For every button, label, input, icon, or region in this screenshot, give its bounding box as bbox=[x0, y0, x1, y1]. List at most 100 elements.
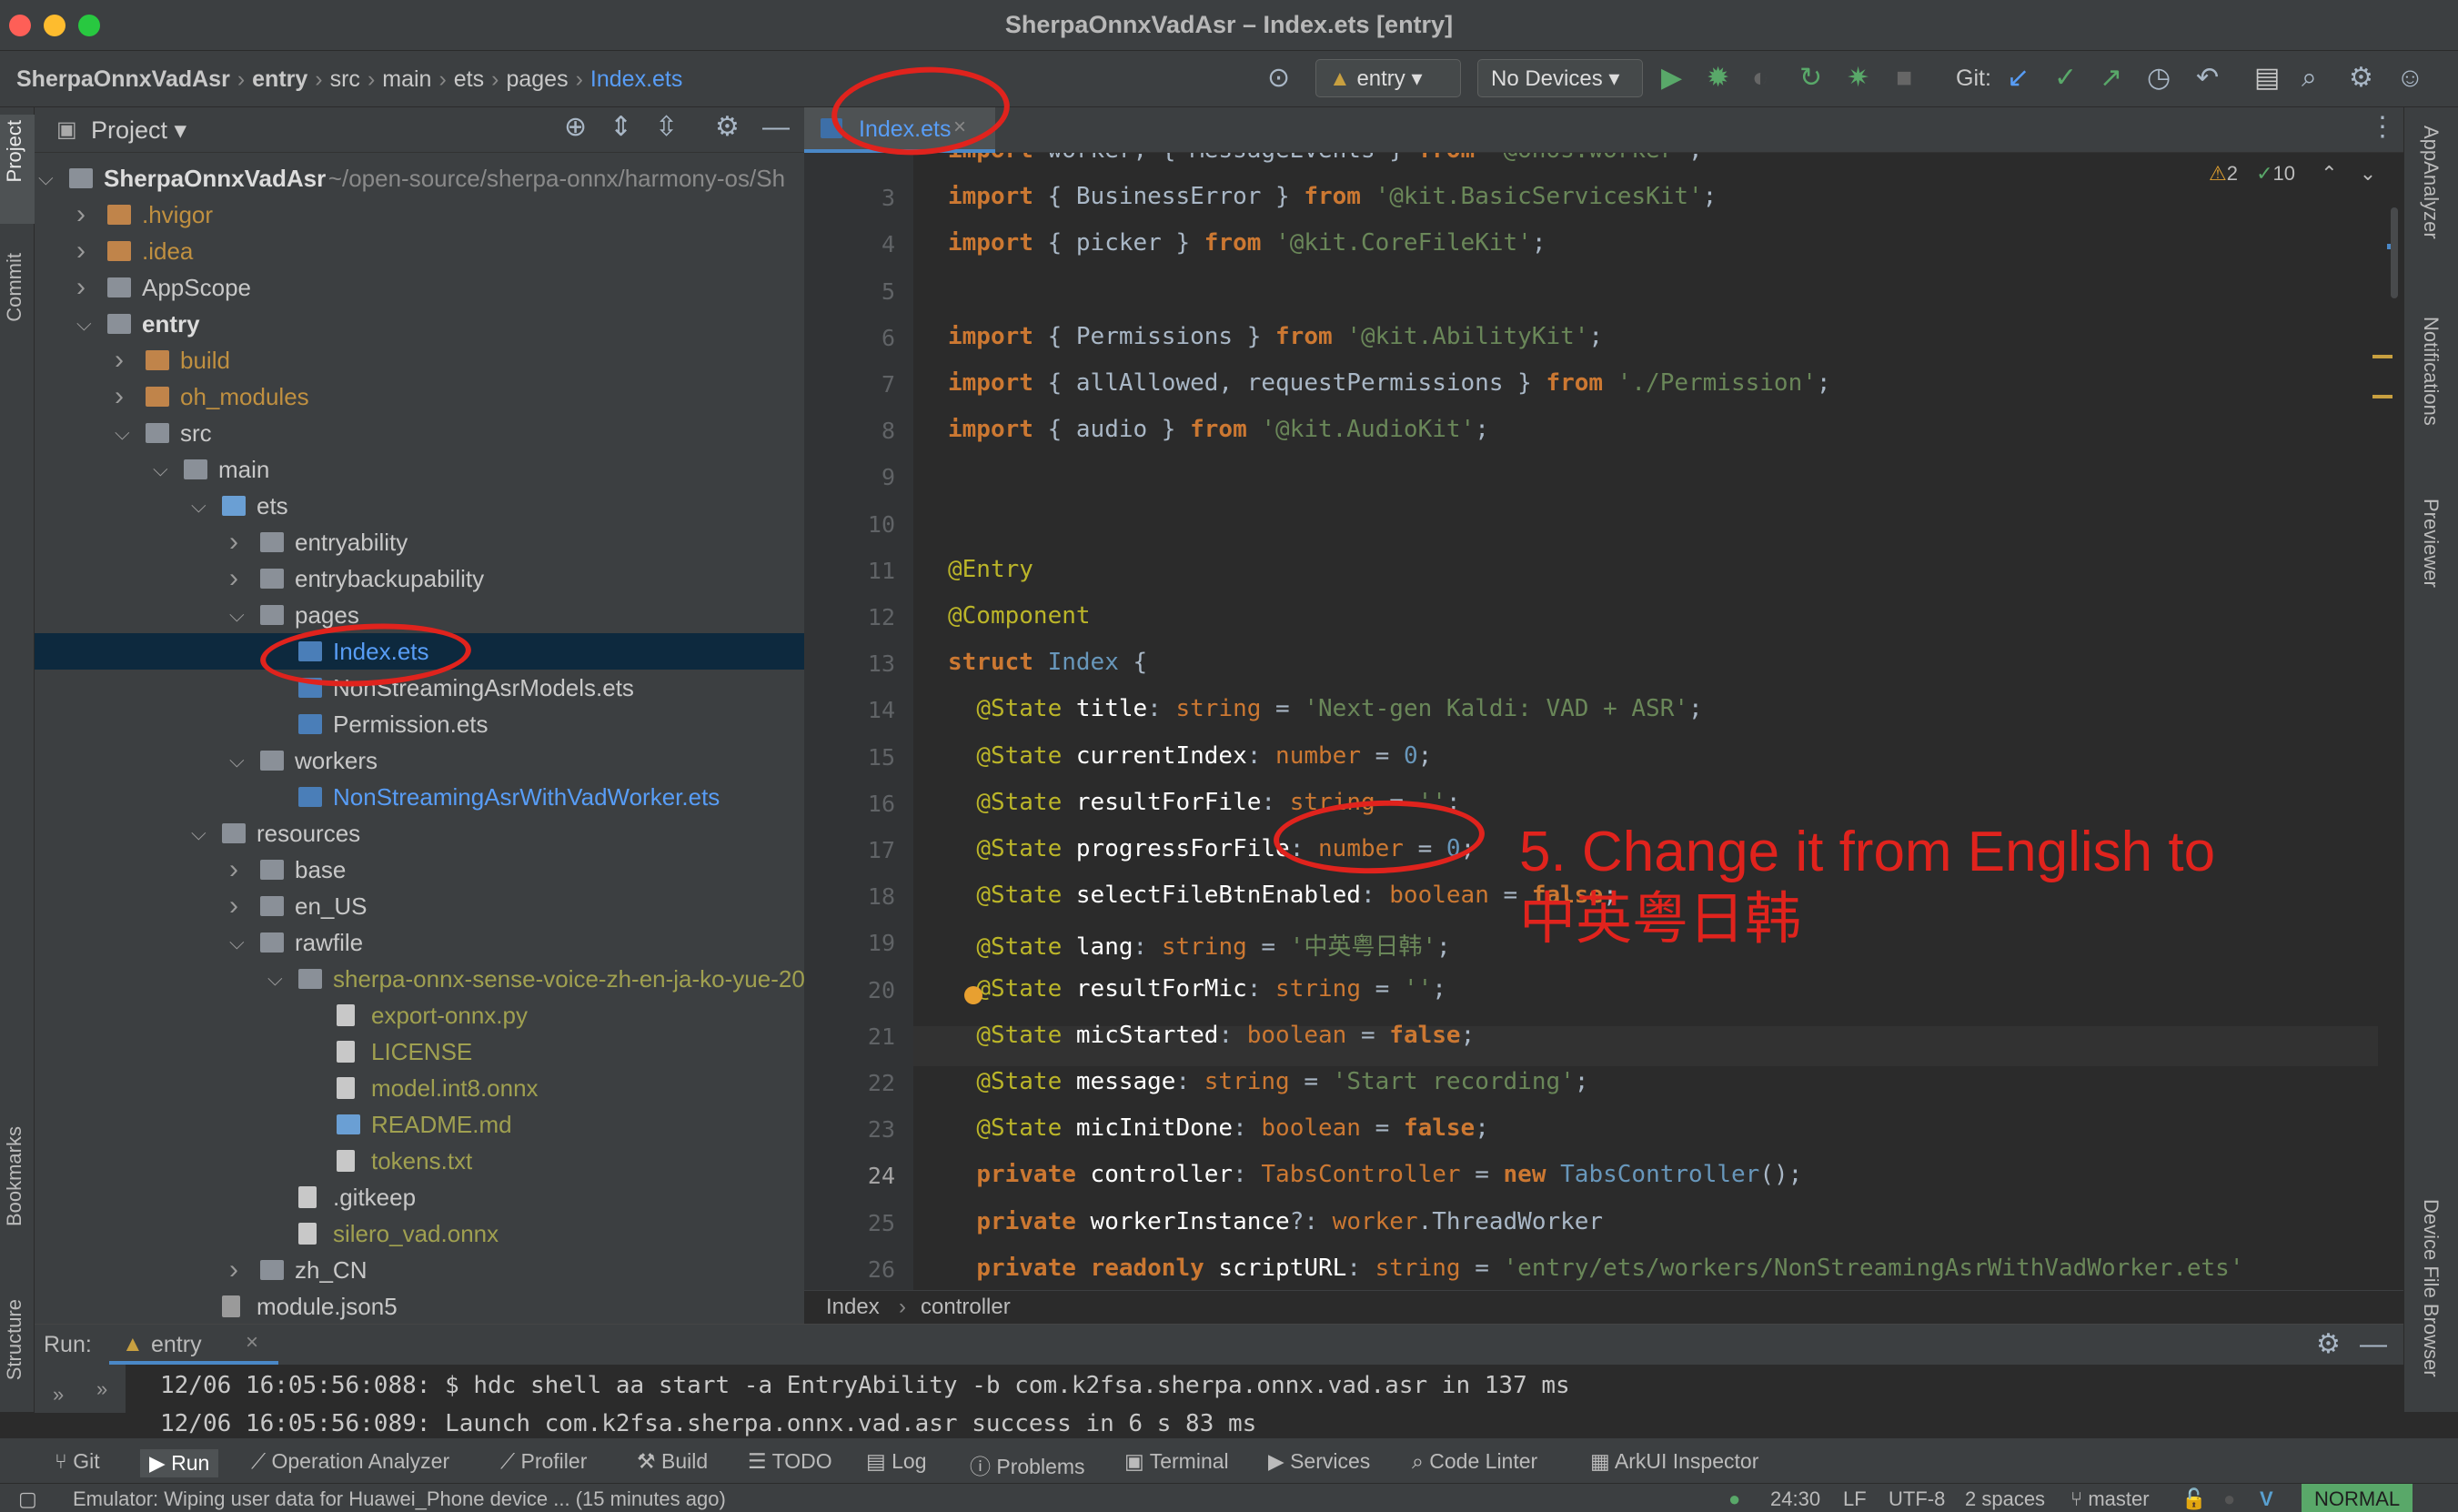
tree-item[interactable]: .gitkeep bbox=[35, 1179, 804, 1215]
run-tab-entry[interactable]: ▲ entry × bbox=[109, 1325, 278, 1365]
chevron-down-icon[interactable]: ⌵ bbox=[229, 924, 245, 961]
chevron-right-icon[interactable]: › bbox=[229, 560, 238, 597]
close-run-tab-icon[interactable]: × bbox=[246, 1330, 258, 1356]
tool-tab-arkui-inspector[interactable]: ▦ ArkUI Inspector bbox=[1590, 1449, 1758, 1474]
tree-item[interactable]: › oh_modules bbox=[35, 378, 804, 415]
soft-wrap-icon[interactable]: » bbox=[53, 1383, 64, 1406]
chevron-right-icon[interactable]: › bbox=[115, 342, 124, 378]
tree-item[interactable]: tokens.txt bbox=[35, 1143, 804, 1179]
profile-icon[interactable]: ✷ bbox=[1847, 62, 1869, 95]
hide-run-panel-icon[interactable]: — bbox=[2360, 1328, 2387, 1361]
status-toggle-icon[interactable]: ▢ bbox=[18, 1487, 37, 1511]
breadcrumb-item[interactable]: pages bbox=[506, 66, 568, 92]
tree-item[interactable]: › base bbox=[35, 852, 804, 888]
tree-item[interactable]: › en_US bbox=[35, 888, 804, 924]
tool-tab-code-linter[interactable]: ⌕ Code Linter bbox=[1412, 1449, 1537, 1474]
breadcrumb-member[interactable]: controller bbox=[921, 1295, 1011, 1320]
tool-tab-log[interactable]: ▤ Log bbox=[866, 1449, 927, 1474]
caret-position[interactable]: 24:30 bbox=[1770, 1487, 1820, 1511]
notifications-tool-tab[interactable]: Notifications bbox=[2419, 317, 2443, 426]
tree-item[interactable]: › .hvigor bbox=[35, 197, 804, 233]
tree-item[interactable]: ⌵ rawfile bbox=[35, 924, 804, 961]
expand-all-icon[interactable]: ⇕ bbox=[609, 111, 632, 144]
device-file-browser-tool-tab[interactable]: Device File Browser bbox=[2419, 1199, 2443, 1377]
tree-item[interactable]: › AppScope bbox=[35, 269, 804, 306]
inspection-widget[interactable]: ⚠2 ✓10 ⌃ ⌄ bbox=[2209, 162, 2376, 186]
chevron-down-icon[interactable]: ⌵ bbox=[267, 961, 283, 997]
tree-item[interactable]: export-onnx.py bbox=[35, 997, 804, 1033]
breadcrumb-item[interactable]: SherpaOnnxVadAsr bbox=[16, 66, 230, 92]
tree-item[interactable]: LICENSE bbox=[35, 1033, 804, 1070]
chevron-down-icon[interactable]: ⌵ bbox=[76, 306, 92, 342]
tool-tab-problems[interactable]: ⓘ Problems bbox=[970, 1449, 1085, 1480]
chevron-down-icon[interactable]: ⌵ bbox=[191, 488, 207, 524]
bookmarks-tool-tab[interactable]: Bookmarks bbox=[3, 1126, 26, 1226]
run-settings-icon[interactable]: ⚙ bbox=[2316, 1328, 2341, 1361]
tool-tab-git[interactable]: ⑂ Git bbox=[55, 1449, 100, 1474]
attach-debugger-icon[interactable]: ◐ bbox=[1752, 62, 1768, 95]
scroll-end-icon[interactable]: » bbox=[96, 1377, 107, 1401]
chevron-right-icon[interactable]: › bbox=[115, 378, 124, 415]
chevron-right-icon[interactable]: › bbox=[229, 524, 238, 560]
breadcrumb-item[interactable]: main bbox=[382, 66, 431, 92]
indent-setting[interactable]: 2 spaces bbox=[1965, 1487, 2045, 1511]
breadcrumb-item[interactable]: src bbox=[330, 66, 360, 92]
settings-icon[interactable]: ⚙ bbox=[2349, 62, 2373, 95]
commit-tool-tab[interactable]: Commit bbox=[3, 253, 26, 322]
hide-panel-icon[interactable]: — bbox=[762, 111, 790, 144]
line-separator[interactable]: LF bbox=[1843, 1487, 1867, 1511]
tree-item[interactable]: model.int8.onnx bbox=[35, 1070, 804, 1106]
panel-settings-icon[interactable]: ⚙ bbox=[715, 111, 740, 144]
chevron-down-icon[interactable]: ⌵ bbox=[115, 415, 130, 451]
tree-item[interactable]: ⌵ src bbox=[35, 415, 804, 451]
locate-file-icon[interactable]: ⊕ bbox=[564, 111, 587, 144]
more-tabs-icon[interactable]: ⋮ bbox=[2369, 111, 2396, 144]
status-message[interactable]: Emulator: Wiping user data for Huawei_Ph… bbox=[73, 1487, 726, 1511]
tool-tab-build[interactable]: ⚒ Build bbox=[637, 1449, 708, 1474]
lock-icon[interactable]: 🔓 bbox=[2181, 1487, 2206, 1511]
chevron-right-icon[interactable]: › bbox=[229, 1252, 238, 1288]
tree-item[interactable]: ⌵ resources bbox=[35, 815, 804, 852]
git-branch[interactable]: ⑂ master bbox=[2070, 1487, 2150, 1511]
tree-item[interactable]: module.json5 bbox=[35, 1288, 804, 1324]
project-structure-icon[interactable]: ▤ bbox=[2254, 62, 2280, 95]
tool-tab-profiler[interactable]: ⟋ Profiler bbox=[500, 1449, 587, 1474]
chevron-down-icon[interactable]: ⌵ bbox=[229, 597, 245, 633]
breadcrumb-item[interactable]: ets bbox=[454, 66, 484, 92]
tree-item[interactable]: silero_vad.onnx bbox=[35, 1215, 804, 1252]
run-config-select[interactable]: ▲ entry ▾ bbox=[1315, 59, 1461, 97]
collapse-all-icon[interactable]: ⇳ bbox=[655, 111, 678, 144]
tree-item[interactable]: › .idea bbox=[35, 233, 804, 269]
tool-tab-operation-analyzer[interactable]: ⟋ Operation Analyzer bbox=[251, 1449, 449, 1474]
account-icon[interactable]: ☺ bbox=[2396, 62, 2424, 95]
tree-item[interactable]: ⌵ workers bbox=[35, 742, 804, 779]
chevron-right-icon[interactable]: › bbox=[229, 852, 238, 888]
tree-item[interactable]: README.md bbox=[35, 1106, 804, 1143]
file-encoding[interactable]: UTF-8 bbox=[1889, 1487, 1945, 1511]
intention-bulb-icon[interactable] bbox=[964, 986, 982, 1004]
tool-tab-terminal[interactable]: ▣ Terminal bbox=[1124, 1449, 1229, 1474]
device-select[interactable]: No Devices ▾ bbox=[1477, 59, 1643, 97]
structure-tool-tab[interactable]: Structure bbox=[3, 1299, 26, 1380]
chevron-down-icon[interactable]: ⌵ bbox=[38, 160, 54, 197]
git-push-icon[interactable]: ↗ bbox=[2100, 62, 2122, 95]
tree-item[interactable]: › entryability bbox=[35, 524, 804, 560]
tree-item[interactable]: › zh_CN bbox=[35, 1252, 804, 1288]
breadcrumb-item[interactable]: Index.ets bbox=[590, 66, 682, 92]
history-icon[interactable]: ◷ bbox=[2147, 62, 2171, 95]
rollback-icon[interactable]: ↶ bbox=[2196, 62, 2219, 95]
run-icon[interactable]: ▶ bbox=[1661, 62, 1682, 95]
appanalyzer-tool-tab[interactable]: AppAnalyzer bbox=[2419, 126, 2443, 239]
tool-tab-run[interactable]: ▶ Run bbox=[140, 1449, 219, 1477]
breadcrumb-item[interactable]: entry bbox=[252, 66, 307, 92]
git-commit-icon[interactable]: ✓ bbox=[2054, 62, 2077, 95]
tool-tab-todo[interactable]: ☰ TODO bbox=[748, 1449, 832, 1474]
search-icon[interactable]: ⌕ bbox=[2302, 62, 2317, 95]
chevron-right-icon[interactable]: › bbox=[76, 233, 86, 269]
chevron-down-icon[interactable]: ⌵ bbox=[229, 742, 245, 779]
chevron-right-icon[interactable]: › bbox=[76, 269, 86, 306]
breadcrumb-struct[interactable]: Index bbox=[826, 1295, 880, 1320]
editor-scrollbar[interactable] bbox=[2391, 207, 2398, 298]
tree-item[interactable]: ⌵ main bbox=[35, 451, 804, 488]
tree-item[interactable]: › build bbox=[35, 342, 804, 378]
